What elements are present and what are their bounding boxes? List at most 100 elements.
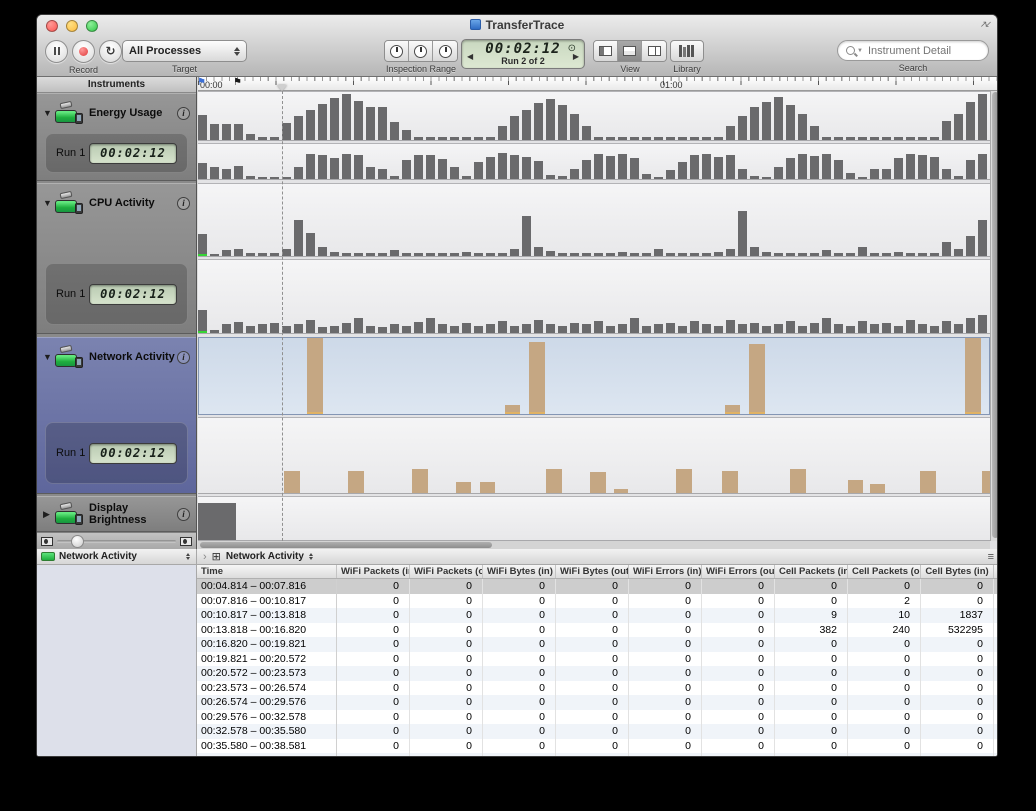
table-row[interactable]: 00:16.820 – 00:19.821000000000 — [197, 637, 998, 652]
column-options-icon[interactable]: ≡ — [988, 551, 993, 563]
library-button[interactable] — [670, 40, 704, 62]
disclosure-triangle[interactable]: ▼ — [43, 352, 55, 362]
disclosure-triangle[interactable]: ▶ — [43, 509, 55, 520]
value-cell: 0 — [483, 579, 556, 594]
next-run-arrow[interactable]: ▶ — [573, 52, 579, 61]
view-bottom-button[interactable] — [618, 41, 642, 61]
bar — [258, 324, 267, 333]
breadcrumb-stepper-icon[interactable] — [309, 553, 313, 560]
timeline-ruler[interactable]: 00:00 01:00 ⚑ ⚑ — [198, 77, 998, 91]
titlebar[interactable]: TransferTrace ↗↙ — [37, 15, 997, 37]
bar — [834, 137, 843, 140]
zoom-slider-knob[interactable] — [71, 535, 84, 548]
value-cell: 0 — [921, 637, 994, 652]
table-row[interactable]: 00:07.816 – 00:10.817000000020 — [197, 594, 998, 609]
column-header[interactable]: WiFi Bytes (out) — [556, 565, 629, 578]
vertical-scrollbar[interactable] — [990, 91, 998, 541]
bar — [725, 405, 740, 414]
column-header[interactable]: WiFi Bytes (in) — [483, 565, 556, 578]
bar — [498, 321, 507, 333]
inspection-start-button[interactable] — [385, 41, 409, 61]
table-row[interactable]: 00:19.821 – 00:20.572000000000 — [197, 652, 998, 667]
table-row[interactable]: 00:26.574 – 00:29.576000000000 — [197, 695, 998, 710]
bar — [918, 253, 927, 256]
disclosure-triangle[interactable]: ▼ — [43, 108, 55, 118]
column-header[interactable]: Cell Packets (out) — [848, 565, 921, 578]
value-cell: 0 — [702, 666, 775, 681]
horizontal-scrollbar-thumb[interactable] — [200, 542, 492, 548]
energy-usage-track[interactable] — [198, 91, 990, 141]
network-activity-run-track[interactable] — [198, 417, 990, 494]
playhead-line[interactable] — [282, 91, 283, 541]
loop-button[interactable]: ↻ — [99, 40, 122, 63]
search-field[interactable]: ▼ — [837, 40, 989, 61]
detail-breadcrumb-bar[interactable]: › ⊞ Network Activity ≡ — [197, 549, 998, 565]
value-cell: 0 — [629, 579, 702, 594]
bar — [510, 155, 519, 179]
run-panel[interactable]: Run 1 00:02:12 — [45, 422, 188, 484]
value-cell: 0 — [337, 608, 410, 623]
view-right-button[interactable] — [642, 41, 666, 61]
inspection-clear-button[interactable] — [409, 41, 433, 61]
run-panel[interactable]: Run 1 00:02:12 — [45, 263, 188, 325]
search-scope-arrow[interactable]: ▼ — [857, 48, 863, 54]
bar — [690, 321, 699, 333]
instrument-display-brightness[interactable]: ▶ Display Brightness i — [37, 496, 196, 532]
record-button[interactable] — [72, 40, 95, 63]
bar — [702, 324, 711, 333]
table-row[interactable]: 00:04.814 – 00:07.816000000000 — [197, 579, 998, 594]
bar — [834, 160, 843, 179]
value-cell: 0 — [410, 739, 483, 754]
previous-run-arrow[interactable]: ◀ — [467, 52, 473, 61]
network-activity-track[interactable] — [198, 337, 990, 415]
info-icon[interactable]: i — [177, 107, 190, 120]
instrument-energy-usage[interactable]: ▼ Energy Usage i Run 1 00:02:12 — [37, 93, 196, 181]
strategy-bar[interactable]: Network Activity — [37, 549, 197, 565]
instrument-network-activity[interactable]: ▼ Network Activity i Run 1 00:02:12 — [37, 337, 196, 494]
column-header[interactable]: WiFi Packets (in) — [337, 565, 410, 578]
disclosure-triangle[interactable]: ▼ — [43, 198, 55, 208]
run-panel[interactable]: Run 1 00:02:12 — [45, 133, 188, 173]
column-header[interactable]: Cell Packets (in) — [775, 565, 848, 578]
info-icon[interactable]: i — [177, 508, 190, 521]
bar — [678, 326, 687, 333]
value-cell-partial — [994, 594, 998, 609]
search-input[interactable] — [866, 44, 980, 58]
bar — [618, 252, 627, 256]
view-left-button[interactable] — [594, 41, 618, 61]
table-row[interactable]: 00:29.576 – 00:32.578000000000 — [197, 710, 998, 725]
column-header[interactable]: Cell Bytes (in) — [921, 565, 994, 578]
info-icon[interactable]: i — [177, 197, 190, 210]
value-cell: 1837 — [921, 608, 994, 623]
cpu-activity-run-track[interactable] — [198, 259, 990, 334]
target-popup[interactable]: All Processes — [122, 40, 247, 62]
zoom-slider[interactable] — [57, 540, 176, 543]
zoom-out-icon[interactable] — [41, 537, 53, 546]
column-header[interactable]: WiFi Errors (out) — [702, 565, 775, 578]
vertical-scrollbar-thumb[interactable] — [992, 92, 998, 538]
table-row[interactable]: 00:20.572 – 00:23.573000000000 — [197, 666, 998, 681]
value-cell: 0 — [337, 579, 410, 594]
column-header[interactable]: WiFi Packets (out) — [410, 565, 483, 578]
instrument-cpu-activity[interactable]: ▼ CPU Activity i Run 1 00:02:12 — [37, 183, 196, 334]
pause-button[interactable] — [45, 40, 68, 63]
info-icon[interactable]: i — [177, 351, 190, 364]
column-header[interactable]: Time — [197, 565, 337, 578]
table-row[interactable]: 00:32.578 – 00:35.580000000000 — [197, 724, 998, 739]
table-row[interactable]: 00:38.581 – 00:40.777000000000 — [197, 753, 998, 757]
marker-flag-icon[interactable]: ⚑ — [233, 78, 242, 88]
table-row[interactable]: 00:10.817 – 00:13.8180000009101837 — [197, 608, 998, 623]
table-row[interactable]: 00:13.818 – 00:16.820000000382240532295 — [197, 623, 998, 638]
zoom-in-icon[interactable] — [180, 537, 192, 546]
horizontal-scrollbar[interactable] — [198, 541, 990, 549]
strategy-stepper-icon[interactable] — [186, 553, 190, 560]
table-row[interactable]: 00:23.573 – 00:26.574000000000 — [197, 681, 998, 696]
column-header-partial[interactable] — [994, 565, 998, 578]
column-header[interactable]: WiFi Errors (in) — [629, 565, 702, 578]
energy-usage-run-track[interactable] — [198, 143, 990, 180]
display-brightness-track[interactable] — [198, 496, 990, 541]
inspection-end-button[interactable] — [433, 41, 457, 61]
fullscreen-icon[interactable]: ↗↙ — [980, 19, 989, 30]
cpu-activity-track[interactable] — [198, 183, 990, 257]
table-row[interactable]: 00:35.580 – 00:38.581000000000 — [197, 739, 998, 754]
